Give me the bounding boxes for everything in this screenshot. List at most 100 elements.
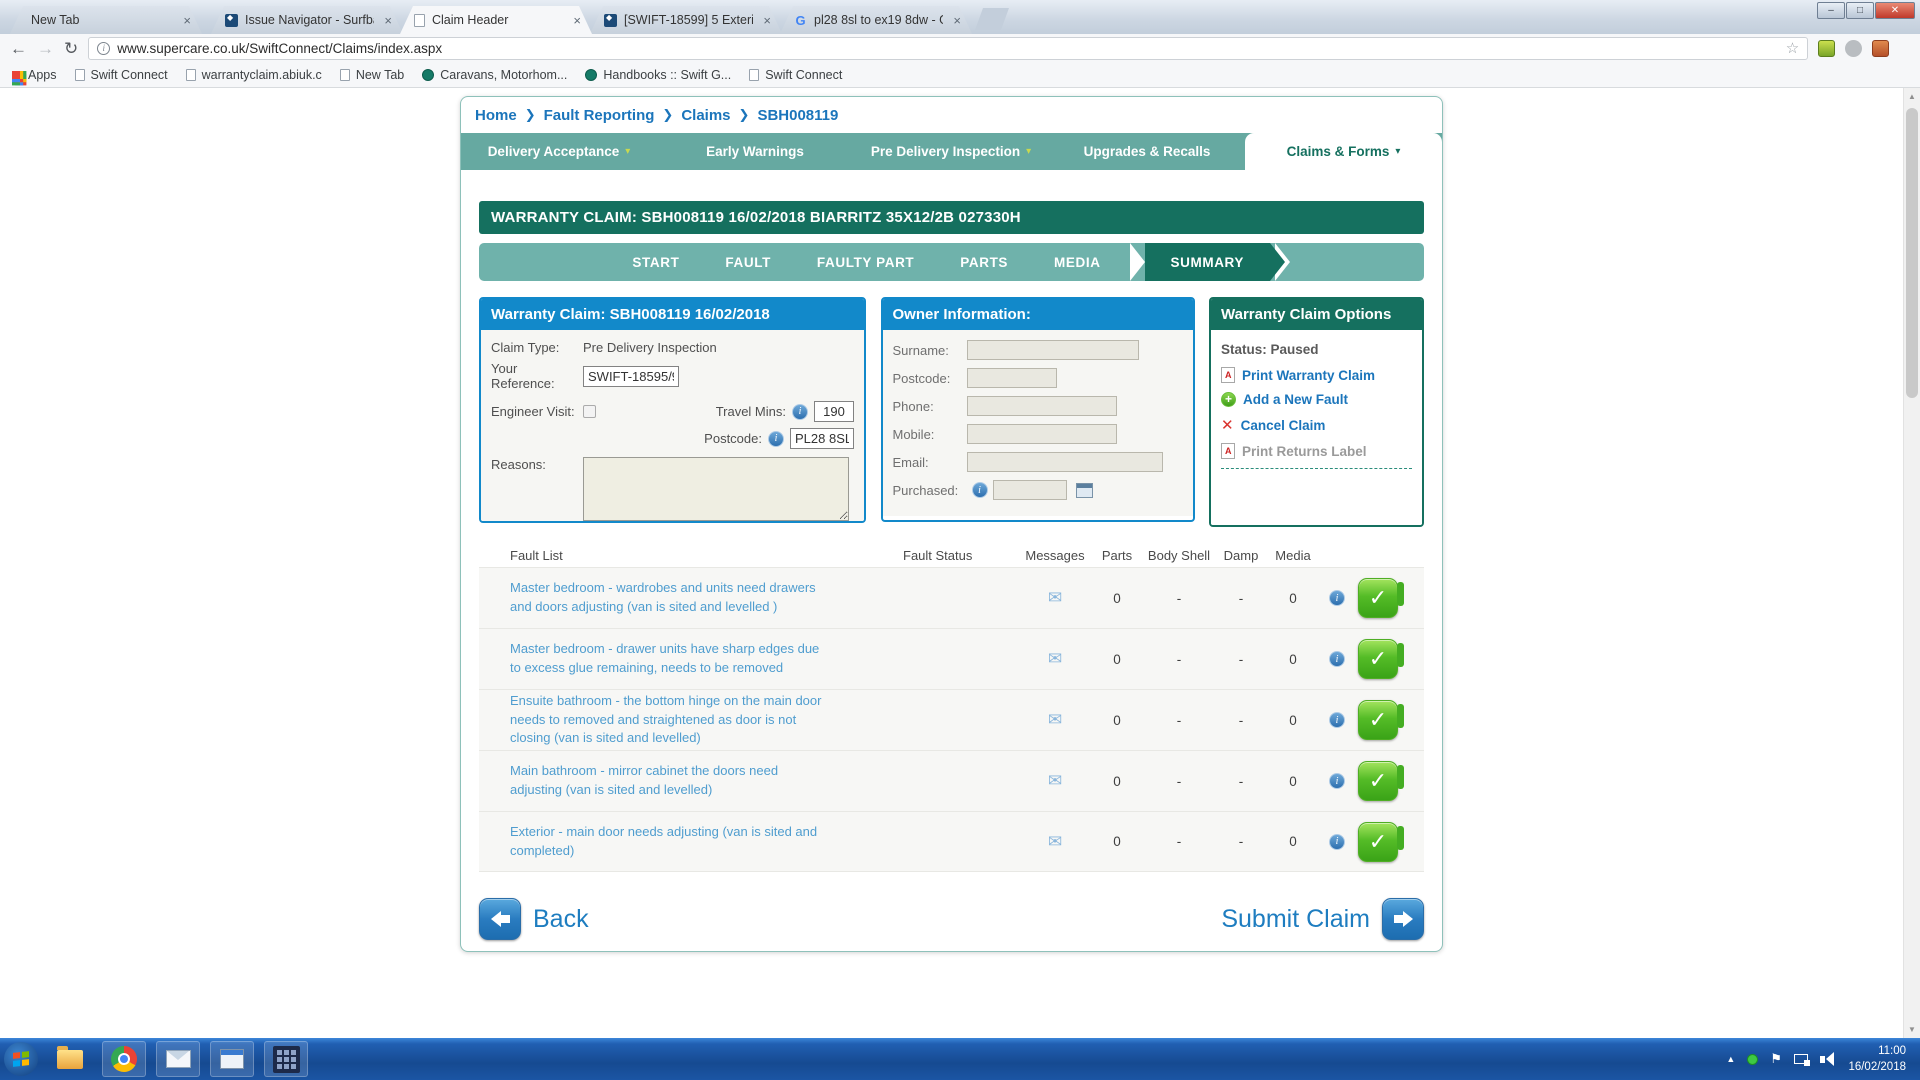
page-info-icon[interactable]: i bbox=[97, 42, 110, 55]
bookmark-item[interactable]: New Tab bbox=[340, 68, 404, 82]
scroll-down-icon[interactable]: ▼ bbox=[1904, 1021, 1920, 1038]
breadcrumb-link[interactable]: SBH008119 bbox=[757, 107, 838, 124]
step-fault[interactable]: FAULT bbox=[702, 255, 794, 270]
fault-description-link[interactable]: Main bathroom - mirror cabinet the doors… bbox=[479, 762, 829, 800]
start-button[interactable] bbox=[4, 1042, 38, 1076]
envelope-icon[interactable]: ✉ bbox=[1048, 771, 1062, 790]
info-cell[interactable]: i bbox=[1319, 651, 1355, 667]
check-button[interactable]: ✓ bbox=[1358, 761, 1398, 801]
info-icon[interactable]: i bbox=[1329, 590, 1345, 606]
url-text[interactable]: www.supercare.co.uk/SwiftConnect/Claims/… bbox=[117, 41, 1779, 56]
info-icon[interactable]: i bbox=[1329, 651, 1345, 667]
option-cancel-claim[interactable]: ✕Cancel Claim bbox=[1221, 416, 1412, 434]
open-fault-cell[interactable] bbox=[1401, 772, 1429, 790]
breadcrumb-link[interactable]: Claims bbox=[681, 107, 730, 124]
envelope-icon[interactable]: ✉ bbox=[1048, 832, 1062, 851]
messages-cell[interactable]: ✉ bbox=[1019, 771, 1091, 791]
taskbar-app-window[interactable] bbox=[210, 1041, 254, 1077]
check-button[interactable]: ✓ bbox=[1358, 822, 1398, 862]
browser-tab[interactable]: [SWIFT-18599] 5 Exterior× bbox=[590, 6, 782, 34]
info-cell[interactable]: i bbox=[1319, 712, 1355, 728]
chevron-right-icon[interactable] bbox=[1397, 765, 1404, 789]
travel-mins-input[interactable] bbox=[814, 401, 854, 422]
nav-tab-claims-forms-active[interactable]: Claims & Forms▾ bbox=[1245, 133, 1442, 170]
purchased-info-icon[interactable]: i bbox=[972, 482, 988, 498]
info-cell[interactable]: i bbox=[1319, 590, 1355, 606]
calendar-icon[interactable] bbox=[1076, 483, 1093, 498]
complete-cell[interactable]: ✓ bbox=[1355, 578, 1401, 618]
info-icon[interactable]: i bbox=[1329, 834, 1345, 850]
extension-icon-gray[interactable] bbox=[1845, 40, 1862, 57]
bookmark-item[interactable]: Apps bbox=[12, 68, 57, 82]
bookmark-item[interactable]: Handbooks :: Swift G... bbox=[585, 68, 731, 82]
close-button[interactable]: ✕ bbox=[1875, 2, 1915, 19]
messages-cell[interactable]: ✉ bbox=[1019, 710, 1091, 730]
bookmark-item[interactable]: Caravans, Motorhom... bbox=[422, 68, 567, 82]
open-fault-cell[interactable] bbox=[1401, 589, 1429, 607]
check-button[interactable]: ✓ bbox=[1358, 700, 1398, 740]
info-icon[interactable]: i bbox=[1329, 773, 1345, 789]
action-center-flag-icon[interactable]: ⚑ bbox=[1770, 1051, 1782, 1067]
taskbar-mail[interactable] bbox=[156, 1041, 200, 1077]
option-print-warranty-claim[interactable]: Print Warranty Claim bbox=[1221, 367, 1412, 383]
info-cell[interactable]: i bbox=[1319, 773, 1355, 789]
messages-cell[interactable]: ✉ bbox=[1019, 832, 1091, 852]
nav-tab-upgrades-recalls[interactable]: Upgrades & Recalls bbox=[1049, 133, 1245, 170]
fault-description-link[interactable]: Master bedroom - drawer units have sharp… bbox=[479, 640, 829, 678]
bookmark-item[interactable]: Swift Connect bbox=[75, 68, 168, 82]
step-media[interactable]: MEDIA bbox=[1031, 255, 1124, 270]
submit-claim-button[interactable] bbox=[1382, 898, 1424, 940]
engineer-visit-checkbox[interactable] bbox=[583, 405, 596, 418]
bookmark-item[interactable]: warrantyclaim.abiuk.c bbox=[186, 68, 322, 82]
tab-close-icon[interactable]: × bbox=[180, 13, 194, 28]
taskbar-chrome[interactable] bbox=[102, 1041, 146, 1077]
taskbar-grid-app[interactable] bbox=[264, 1041, 308, 1077]
address-bar[interactable]: i www.supercare.co.uk/SwiftConnect/Claim… bbox=[88, 37, 1808, 60]
refresh-icon[interactable]: ↻ bbox=[64, 40, 78, 57]
back-button[interactable] bbox=[479, 898, 521, 940]
info-icon[interactable]: i bbox=[1329, 712, 1345, 728]
fault-description-link[interactable]: Master bedroom - wardrobes and units nee… bbox=[479, 579, 829, 617]
minimize-button[interactable]: – bbox=[1817, 2, 1845, 19]
reasons-textarea[interactable] bbox=[583, 457, 849, 521]
chevron-right-icon[interactable] bbox=[1397, 704, 1404, 728]
check-button[interactable]: ✓ bbox=[1358, 578, 1398, 618]
complete-cell[interactable]: ✓ bbox=[1355, 822, 1401, 862]
submit-group[interactable]: Submit Claim bbox=[1221, 898, 1424, 940]
back-label[interactable]: Back bbox=[533, 905, 589, 934]
scrollbar-thumb[interactable] bbox=[1906, 108, 1918, 398]
bookmark-item[interactable]: Swift Connect bbox=[749, 68, 842, 82]
bookmark-star-icon[interactable]: ☆ bbox=[1786, 39, 1799, 57]
messages-cell[interactable]: ✉ bbox=[1019, 588, 1091, 608]
complete-cell[interactable]: ✓ bbox=[1355, 700, 1401, 740]
tab-close-icon[interactable]: × bbox=[381, 13, 395, 28]
tray-status-icon[interactable] bbox=[1747, 1054, 1758, 1065]
step-parts[interactable]: PARTS bbox=[937, 255, 1031, 270]
envelope-icon[interactable]: ✉ bbox=[1048, 710, 1062, 729]
scroll-up-icon[interactable]: ▲ bbox=[1904, 88, 1920, 105]
step-start[interactable]: START bbox=[609, 255, 702, 270]
nav-tab-delivery-acceptance[interactable]: Delivery Acceptance▾ bbox=[461, 133, 657, 170]
fault-description-link[interactable]: Ensuite bathroom - the bottom hinge on t… bbox=[479, 692, 829, 749]
envelope-icon[interactable]: ✉ bbox=[1048, 649, 1062, 668]
info-cell[interactable]: i bbox=[1319, 834, 1355, 850]
breadcrumb-link[interactable]: Fault Reporting bbox=[544, 107, 655, 124]
taskbar-file-explorer[interactable] bbox=[48, 1041, 92, 1077]
step-faulty-part[interactable]: FAULTY PART bbox=[794, 255, 937, 270]
nav-tab-early-warnings[interactable]: Early Warnings bbox=[657, 133, 853, 170]
nav-tab-pre-delivery-inspection[interactable]: Pre Delivery Inspection▾ bbox=[853, 133, 1049, 170]
tab-close-icon[interactable]: × bbox=[950, 13, 964, 28]
open-fault-cell[interactable] bbox=[1401, 833, 1429, 851]
browser-tab[interactable]: New Tab× bbox=[10, 6, 202, 34]
forward-icon[interactable]: → bbox=[37, 40, 54, 57]
back-group[interactable]: Back bbox=[479, 898, 589, 940]
new-tab-button[interactable] bbox=[975, 8, 1009, 30]
fault-description-link[interactable]: Exterior - main door needs adjusting (va… bbox=[479, 823, 829, 861]
postcode-info-icon[interactable]: i bbox=[768, 431, 784, 447]
back-icon[interactable]: ← bbox=[10, 40, 27, 57]
browser-tab[interactable]: Claim Header× bbox=[400, 6, 592, 34]
claim-postcode-input[interactable] bbox=[790, 428, 854, 449]
chevron-right-icon[interactable] bbox=[1397, 826, 1404, 850]
open-fault-cell[interactable] bbox=[1401, 711, 1429, 729]
complete-cell[interactable]: ✓ bbox=[1355, 639, 1401, 679]
